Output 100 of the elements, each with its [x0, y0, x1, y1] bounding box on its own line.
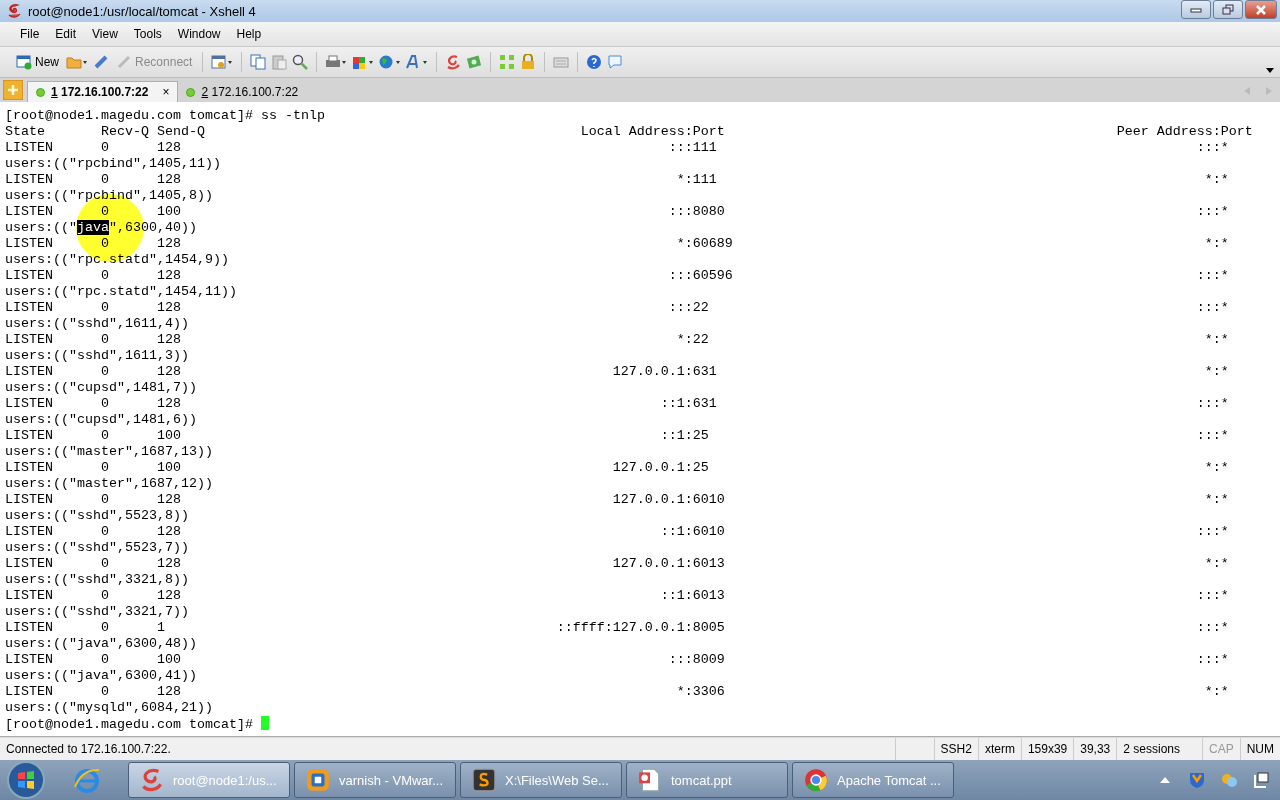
local-address-text: *:3306	[676, 684, 725, 700]
peer-address-text: :::*	[1196, 588, 1229, 604]
peer-address-text: *:*	[1204, 492, 1229, 508]
local-address-text: ::1:25	[660, 428, 709, 444]
process-text: users:(("cupsd",1481,6))	[5, 412, 197, 427]
font-icon[interactable]	[406, 54, 429, 70]
spiral-logo-icon	[139, 767, 165, 793]
menu-item[interactable]: File	[12, 27, 48, 41]
chat-bubble-icon[interactable]	[607, 54, 624, 70]
recv-q-text: 0	[100, 332, 110, 348]
send-q-text: 100	[156, 428, 182, 444]
menu-item[interactable]: Window	[169, 27, 229, 41]
lock-icon[interactable]	[520, 54, 537, 70]
send-q-text: 128	[156, 396, 182, 412]
peer-address-text: *:*	[1204, 364, 1229, 380]
show-hidden-icons-icon[interactable]	[1160, 777, 1170, 783]
peer-address-text: *:*	[1204, 460, 1229, 476]
recv-q-text: 0	[100, 460, 110, 476]
menu-item[interactable]: View	[84, 27, 126, 41]
printer-icon[interactable]	[325, 54, 348, 70]
toolbar-overflow-icon[interactable]	[1266, 68, 1274, 73]
restore-button[interactable]	[1213, 0, 1243, 19]
close-button[interactable]	[1245, 0, 1277, 19]
peer-address-text: *:*	[1204, 556, 1229, 572]
peer-address-text: :::*	[1196, 268, 1229, 284]
menu-item[interactable]: Help	[228, 27, 270, 41]
terminal-cursor	[260, 716, 269, 730]
command-line: [root@node1.magedu.com tomcat]# ss -tnlp	[5, 108, 325, 123]
state-text: LISTEN	[5, 172, 54, 188]
spiral-logo-icon[interactable]	[445, 54, 462, 70]
money-icon[interactable]	[466, 54, 483, 70]
local-address-text: *:111	[676, 172, 717, 188]
state-text: LISTEN	[5, 236, 54, 252]
round-logo-icon	[803, 767, 829, 793]
send-q-text: 128	[156, 140, 182, 156]
link-icon[interactable]	[93, 54, 109, 70]
state-text: LISTEN	[5, 620, 54, 636]
send-q-text: 128	[156, 492, 182, 508]
recv-q-text: 0	[100, 364, 110, 380]
process-text: users:(("master",1687,13))	[5, 444, 213, 459]
send-q-text: 128	[156, 236, 182, 252]
globe-icon[interactable]	[379, 54, 402, 70]
app-logo-icon	[6, 3, 22, 19]
recv-q-text: 0	[100, 268, 110, 284]
window-title: root@node1:/usr/local/tomcat - Xshell 4	[28, 3, 256, 19]
local-address-text: :::60596	[668, 268, 733, 284]
peer-address-text: *:*	[1204, 332, 1229, 348]
folder-icon[interactable]	[66, 54, 88, 70]
status-dot-icon	[186, 87, 196, 97]
network-icon[interactable]	[1252, 771, 1270, 789]
state-text: LISTEN	[5, 140, 54, 156]
close-tab-icon[interactable]: ×	[162, 85, 170, 99]
link-icon	[116, 54, 132, 70]
recv-q-text: 0	[100, 236, 110, 252]
local-address-text: 127.0.0.1:6010	[612, 492, 725, 508]
peer-address-text: *:*	[1204, 236, 1229, 252]
session-tab[interactable]: 2 172.16.100.7:22	[178, 82, 307, 102]
recv-q-text: 0	[100, 204, 110, 220]
minimize-button[interactable]	[1181, 0, 1211, 19]
local-address-text: 127.0.0.1:6013	[612, 556, 725, 572]
recv-q-text: 0	[100, 684, 110, 700]
state-text: LISTEN	[5, 492, 54, 508]
process-text: users:(("cupsd",1481,7))	[5, 380, 197, 395]
peer-address-text: :::*	[1196, 396, 1229, 412]
send-q-text: 128	[156, 300, 182, 316]
new-button[interactable]: New	[14, 52, 61, 72]
chat-icon[interactable]	[1220, 771, 1238, 789]
send-q-text: 128	[156, 684, 182, 700]
recv-q-text: 0	[100, 620, 110, 636]
state-text: LISTEN	[5, 652, 54, 668]
menu-item[interactable]: Edit	[47, 27, 85, 41]
local-address-text: :::111	[668, 140, 717, 156]
state-text: LISTEN	[5, 332, 54, 348]
status-message: Connected to 172.16.100.7:22.	[5, 742, 171, 756]
peer-address-text: :::*	[1196, 428, 1229, 444]
session-tab[interactable]: 1 172.16.100.7:22 ×	[27, 81, 179, 102]
help-icon[interactable]	[586, 54, 603, 70]
recv-q-text: 0	[100, 556, 110, 572]
process-text: users:(("java",6300,41))	[5, 668, 197, 683]
column-header: Peer Address:Port	[1116, 124, 1253, 140]
transfer-icon[interactable]	[352, 54, 375, 70]
process-text: users:(("master",1687,12))	[5, 476, 213, 491]
start-button[interactable]	[6, 760, 46, 800]
send-q-text: 128	[156, 364, 182, 380]
process-text: users:(("sshd",5523,7))	[5, 540, 189, 555]
copy-icon[interactable]	[250, 54, 267, 70]
state-text: LISTEN	[5, 364, 54, 380]
peer-address-text: :::*	[1196, 140, 1229, 156]
send-q-text: 128	[156, 588, 182, 604]
local-address-text: :::22	[668, 300, 709, 316]
add-tab-icon[interactable]	[3, 80, 23, 100]
shield-icon[interactable]	[1188, 771, 1206, 789]
column-header: Recv-Q	[100, 124, 150, 140]
recv-q-text: 0	[100, 524, 110, 540]
send-q-text: 100	[156, 652, 182, 668]
local-address-text: :::8080	[668, 204, 725, 220]
local-address-text: *:22	[676, 332, 709, 348]
window-settings-icon[interactable]	[211, 54, 234, 70]
menu-item[interactable]: Tools	[125, 27, 170, 41]
search-icon[interactable]	[292, 54, 309, 70]
